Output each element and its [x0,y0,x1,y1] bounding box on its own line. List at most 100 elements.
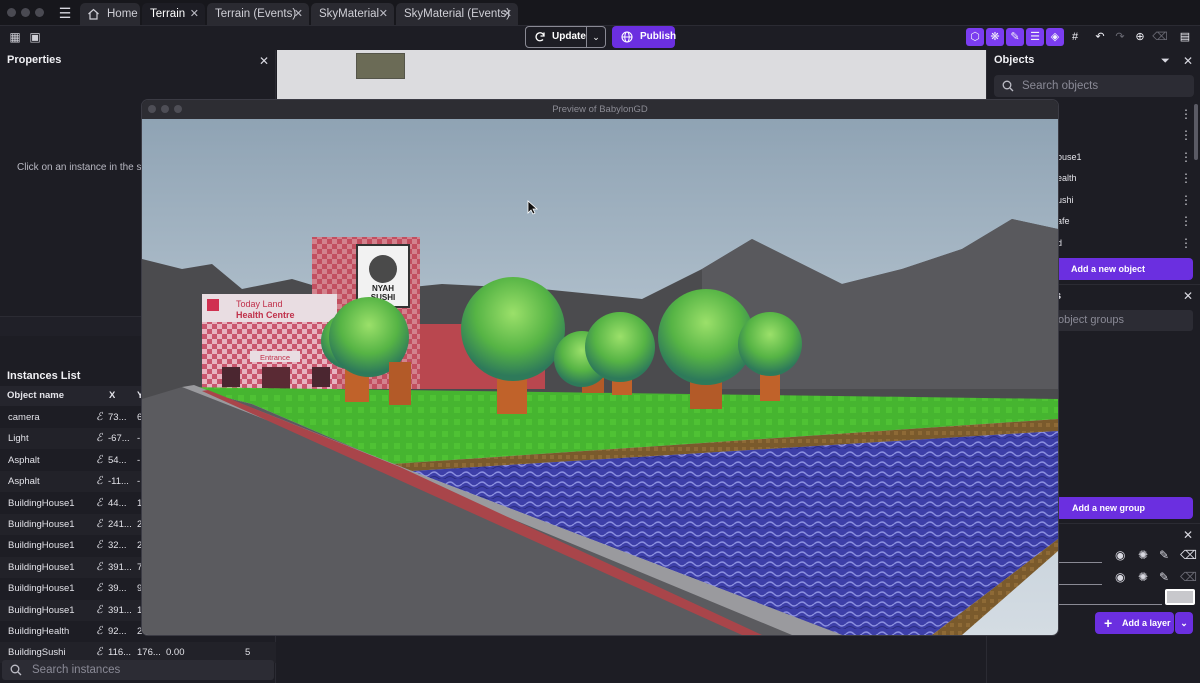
edit-icon[interactable]: ✎ [1159,571,1169,583]
object-groups-icon[interactable]: ❋ [986,28,1004,46]
properties-title: Properties [7,54,62,66]
object-type-icon: ℰ [96,518,103,530]
object-name-cell: BuildingHouse1 [8,540,75,552]
health-sign-line1: Today Land [236,299,283,309]
trash-icon[interactable]: ⌫ [1151,28,1169,46]
preview-window[interactable]: Preview of BabylonGD NYAH SUSHI Today La… [142,100,1058,635]
object-type-icon: ℰ [96,625,103,637]
more-icon[interactable]: ⋮ [1180,151,1192,163]
more-icon[interactable]: ⋮ [1180,172,1192,184]
tab-skymaterial-events[interactable]: SkyMaterial (Events) ✕ [396,3,518,25]
eye-icon[interactable]: ◉ [1115,571,1125,583]
window-minimize-dot[interactable] [21,8,30,17]
search-objects-placeholder: Search objects [1022,80,1099,92]
scene-properties-icon[interactable]: ▤ [1176,28,1194,46]
window-close-dot[interactable] [7,8,16,17]
tab-skymaterial[interactable]: SkyMaterial ✕ [311,3,394,25]
add-group-label: Add a new group [1072,503,1145,513]
more-icon[interactable]: ⋮ [1180,129,1192,141]
health-building: Today Land Health Centre Entrance [202,294,337,394]
trash-icon[interactable]: ⌫ [1180,549,1197,561]
object-type-icon: ℰ [96,411,103,423]
object-type-icon: ℰ [96,539,103,552]
window-zoom-dot[interactable] [35,8,44,17]
grid-icon[interactable]: # [1066,28,1084,46]
close-icon[interactable]: ✕ [190,3,199,25]
close-icon[interactable]: ✕ [379,3,388,25]
add-object-label: Add a new object [1071,264,1146,274]
tab-label: Terrain [150,8,186,20]
chevron-down-icon[interactable]: ⌄ [1175,612,1193,634]
close-icon[interactable]: ✕ [259,55,269,67]
instances-list-icon[interactable]: ☰ [1026,28,1044,46]
close-icon[interactable]: ✕ [294,3,303,25]
close-icon[interactable]: ✕ [1183,290,1193,302]
more-icon[interactable]: ⋮ [1180,215,1192,227]
zoom-icon[interactable]: ⊕ [1131,28,1149,46]
menu-icon[interactable]: ☰ [56,5,74,21]
x-cell: 54... [108,454,127,466]
close-icon[interactable]: ✕ [503,3,512,25]
publish-button[interactable]: Publish [612,26,677,48]
update-button[interactable]: Update [525,26,587,48]
lighting-icon[interactable]: ✺ [1138,549,1148,561]
more-icon[interactable]: ⋮ [1180,194,1192,206]
add-group-button[interactable]: Add a new group [1040,497,1193,519]
object-editor-icon[interactable]: ⬡ [966,28,984,46]
tab-label: SkyMaterial (Events) [404,8,511,20]
search-objects-input[interactable]: Search objects [994,75,1194,97]
x-cell: 39... [108,583,127,595]
object-name-cell: Asphalt [8,454,40,466]
more-icon[interactable]: ⋮ [1180,237,1192,249]
preview-titlebar: Preview of BabylonGD [142,100,1058,119]
close-icon[interactable]: ✕ [1183,529,1193,541]
tab-home[interactable]: Home [80,3,140,25]
more-icon[interactable]: ⋮ [1180,108,1192,120]
trash-icon[interactable]: ⌫ [1180,571,1197,583]
object-name-cell: Light [8,433,29,445]
search-instances-placeholder: Search instances [32,664,121,676]
object-item[interactable]: ushi [1057,195,1074,205]
x-cell: 73... [108,412,127,423]
properties-edit-icon[interactable]: ✎ [1006,28,1024,46]
lighting-icon[interactable]: ✺ [1138,571,1148,583]
y-cell: - [137,454,141,466]
globe-icon [621,31,633,43]
close-icon[interactable]: ✕ [1183,55,1193,67]
panels-icon[interactable]: ▦ [7,29,23,45]
objects-scrollbar[interactable] [1194,104,1198,160]
search-groups-input[interactable]: object groups [1040,310,1193,331]
layers-icon[interactable]: ◈ [1046,28,1064,46]
object-item[interactable]: afe [1057,216,1070,226]
add-layer-button[interactable]: + Add a layer [1095,612,1174,634]
tab-terrain[interactable]: Terrain ✕ [142,3,205,25]
redo-icon[interactable]: ↷ [1111,28,1129,46]
undo-icon[interactable]: ↶ [1091,28,1109,46]
object-name-cell: BuildingHouse1 [8,604,75,616]
edit-icon[interactable]: ✎ [1159,549,1169,561]
object-type-icon: ℰ [96,582,103,595]
x-cell: 241... [108,519,132,530]
search-instances-input[interactable]: Search instances [2,660,274,680]
object-name-cell: BuildingHouse1 [8,519,75,530]
eye-icon[interactable]: ◉ [1115,549,1125,561]
add-object-button[interactable]: Add a new object [1040,258,1193,280]
background-color-swatch[interactable] [1165,589,1195,605]
health-sign-line2: Health Centre [236,310,295,320]
search-icon [10,664,22,676]
object-item[interactable]: ealth [1057,173,1077,183]
publish-label: Publish [640,31,677,42]
object-item[interactable]: ouse1 [1057,152,1082,162]
column-header[interactable]: Object name [7,386,64,406]
entrance-sign: Entrance [260,353,290,362]
tab-terrain-events[interactable]: Terrain (Events) ✕ [207,3,309,25]
filter-icon[interactable]: ⏷ [1161,55,1170,67]
y-cell: - [137,433,141,445]
chevron-down-icon[interactable]: ⌄ [587,26,606,48]
layer-name-underline [1058,604,1162,605]
game-scene[interactable]: NYAH SUSHI Today Land Health Centre Entr… [142,119,1058,635]
tab-label: SkyMaterial [319,8,380,20]
column-header[interactable]: X [109,386,115,406]
object-name-cell: BuildingHouse1 [8,497,75,509]
save-icon[interactable]: ▣ [27,29,43,45]
